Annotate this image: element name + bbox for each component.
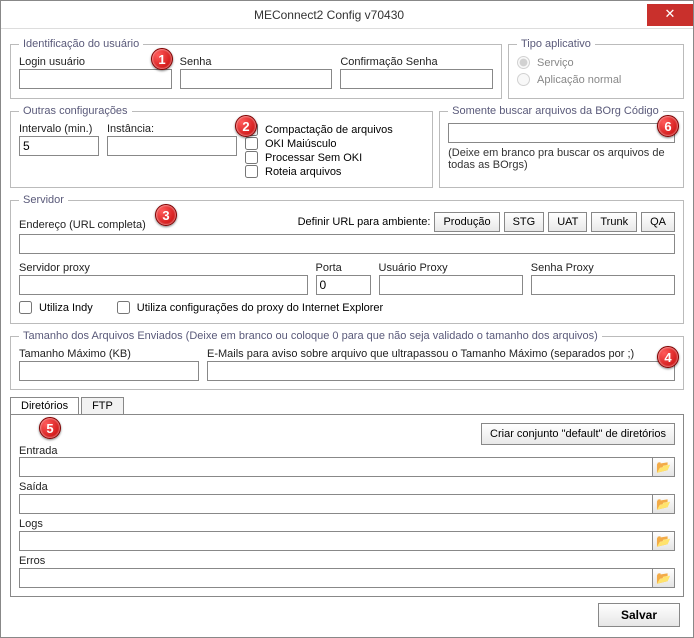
- legend-borg: Somente buscar arquivos da BOrg Código: [448, 105, 663, 117]
- btn-trunk[interactable]: Trunk: [591, 212, 637, 232]
- group-outras-config: Outras configurações 2 Intervalo (min.) …: [10, 105, 433, 188]
- btn-uat[interactable]: UAT: [548, 212, 587, 232]
- input-entrada[interactable]: [19, 457, 653, 477]
- legend-tipo: Tipo aplicativo: [517, 38, 595, 50]
- browse-erros-button[interactable]: 📂: [653, 568, 675, 588]
- btn-salvar[interactable]: Salvar: [598, 603, 680, 627]
- label-definir-url: Definir URL para ambiente:: [298, 216, 431, 228]
- legend-tamanho: Tamanho dos Arquivos Enviados (Deixe em …: [19, 330, 602, 342]
- label-usuario-proxy: Usuário Proxy: [379, 262, 523, 274]
- input-proxy[interactable]: [19, 275, 308, 295]
- input-logs[interactable]: [19, 531, 653, 551]
- label-erros: Erros: [19, 555, 675, 567]
- input-saida[interactable]: [19, 494, 653, 514]
- input-instancia[interactable]: [107, 136, 237, 156]
- browse-logs-button[interactable]: 📂: [653, 531, 675, 551]
- group-tipo-aplicativo: Tipo aplicativo Serviço Aplicação normal: [508, 38, 684, 99]
- chk-processar-sem-oki[interactable]: [245, 151, 258, 164]
- chk-ie-proxy[interactable]: [117, 301, 130, 314]
- label-intervalo: Intervalo (min.): [19, 123, 99, 135]
- btn-stg[interactable]: STG: [504, 212, 545, 232]
- label-saida: Saída: [19, 481, 675, 493]
- folder-open-icon: 📂: [656, 460, 671, 474]
- bottom-bar: Salvar: [10, 597, 684, 627]
- label-porta: Porta: [316, 262, 371, 274]
- content-area: Identificação do usuário 1 Login usuário…: [6, 34, 688, 631]
- chk-oki-maiusculo[interactable]: [245, 137, 258, 150]
- legend-outras: Outras configurações: [19, 105, 132, 117]
- input-login[interactable]: [19, 69, 172, 89]
- label-proxy: Servidor proxy: [19, 262, 308, 274]
- tabpanel-diretorios: 5 Criar conjunto "default" de diretórios…: [10, 414, 684, 597]
- input-porta[interactable]: [316, 275, 371, 295]
- label-senha: Senha: [180, 56, 333, 68]
- browse-saida-button[interactable]: 📂: [653, 494, 675, 514]
- folder-open-icon: 📂: [656, 497, 671, 511]
- folder-open-icon: 📂: [656, 571, 671, 585]
- browse-entrada-button[interactable]: 📂: [653, 457, 675, 477]
- label-instancia: Instância:: [107, 123, 237, 135]
- close-icon: ✕: [665, 6, 676, 21]
- label-indy: Utiliza Indy: [39, 302, 93, 314]
- btn-qa[interactable]: QA: [641, 212, 675, 232]
- input-intervalo[interactable]: [19, 136, 99, 156]
- badge-1: 1: [151, 48, 173, 70]
- label-senha-proxy: Senha Proxy: [531, 262, 675, 274]
- label-emails: E-Mails para aviso sobre arquivo que ult…: [207, 348, 675, 360]
- label-roteia: Roteia arquivos: [265, 166, 341, 178]
- legend-servidor: Servidor: [19, 194, 68, 206]
- btn-criar-default[interactable]: Criar conjunto "default" de diretórios: [481, 423, 675, 445]
- window-title: MEConnect2 Config v70430: [11, 8, 647, 22]
- input-endereco[interactable]: [19, 234, 675, 254]
- badge-2: 2: [235, 115, 257, 137]
- group-borg: Somente buscar arquivos da BOrg Código 6…: [439, 105, 684, 188]
- badge-6: 6: [657, 115, 679, 137]
- label-processar-sem-oki: Processar Sem OKI: [265, 152, 362, 164]
- label-compactacao: Compactação de arquivos: [265, 124, 393, 136]
- btn-producao[interactable]: Produção: [434, 212, 499, 232]
- tab-ftp[interactable]: FTP: [81, 397, 124, 415]
- group-servidor: Servidor 3 Endereço (URL completa) Defin…: [10, 194, 684, 324]
- tabs: Diretórios FTP: [10, 396, 684, 415]
- badge-3: 3: [155, 204, 177, 226]
- label-oki-maiusculo: OKI Maiúsculo: [265, 138, 337, 150]
- label-servico: Serviço: [537, 57, 574, 69]
- label-app-normal: Aplicação normal: [537, 74, 621, 86]
- close-button[interactable]: ✕: [647, 4, 693, 26]
- folder-open-icon: 📂: [656, 534, 671, 548]
- legend-identificacao: Identificação do usuário: [19, 38, 143, 50]
- radio-app-normal[interactable]: [517, 73, 530, 86]
- label-logs: Logs: [19, 518, 675, 530]
- label-ie-proxy: Utiliza configurações do proxy do Intern…: [137, 302, 383, 314]
- label-confirma-senha: Confirmação Senha: [340, 56, 493, 68]
- input-tam-max[interactable]: [19, 361, 199, 381]
- titlebar: MEConnect2 Config v70430 ✕: [1, 1, 693, 29]
- group-identificacao: Identificação do usuário 1 Login usuário…: [10, 38, 502, 99]
- label-login: Login usuário: [19, 56, 172, 68]
- input-usuario-proxy[interactable]: [379, 275, 523, 295]
- group-tamanho-arquivos: Tamanho dos Arquivos Enviados (Deixe em …: [10, 330, 684, 390]
- label-tam-max: Tamanho Máximo (KB): [19, 348, 199, 360]
- input-borg-codigo[interactable]: [448, 123, 675, 143]
- badge-5: 5: [39, 417, 61, 439]
- hint-borg: (Deixe em branco pra buscar os arquivos …: [448, 147, 675, 171]
- chk-roteia[interactable]: [245, 165, 258, 178]
- radio-servico[interactable]: [517, 56, 530, 69]
- label-entrada: Entrada: [19, 445, 58, 457]
- badge-4: 4: [657, 346, 679, 368]
- tab-diretorios[interactable]: Diretórios: [10, 397, 79, 415]
- input-senha-proxy[interactable]: [531, 275, 675, 295]
- input-confirma-senha[interactable]: [340, 69, 493, 89]
- input-emails[interactable]: [207, 361, 675, 381]
- input-senha[interactable]: [180, 69, 333, 89]
- input-erros[interactable]: [19, 568, 653, 588]
- chk-indy[interactable]: [19, 301, 32, 314]
- label-endereco: Endereço (URL completa): [19, 219, 269, 231]
